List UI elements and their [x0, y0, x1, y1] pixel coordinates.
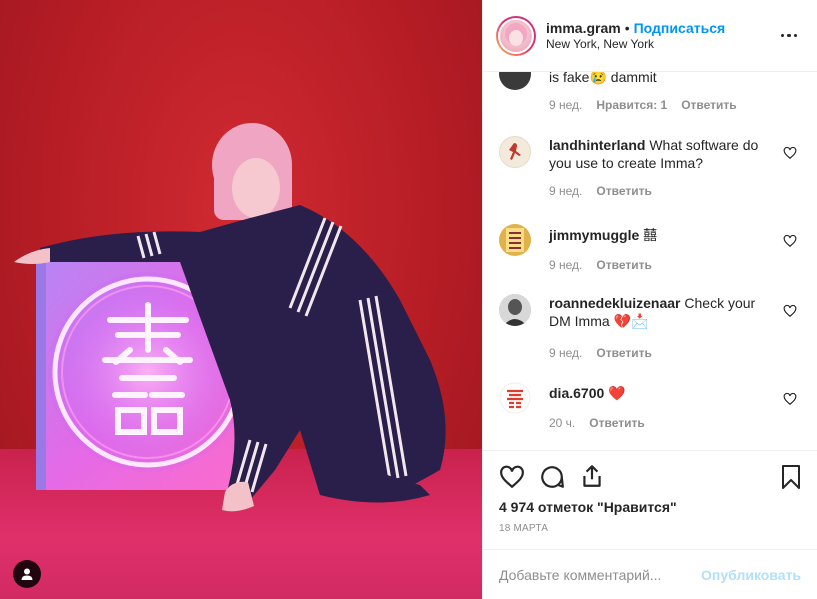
comment-meta: 9 нед. Нравится: 1 Ответить [549, 98, 751, 112]
yellow-pattern-avatar[interactable] [499, 224, 531, 256]
comment-body: 囍 [639, 227, 658, 243]
author-avatar-graphic [505, 22, 527, 46]
reply-button[interactable]: Ответить [589, 416, 644, 430]
sad-emoji: 😢 [589, 72, 607, 85]
jordan-logo-avatar[interactable] [499, 136, 531, 168]
user-tag-icon [21, 568, 33, 580]
publish-button[interactable]: Опубликовать [701, 567, 801, 583]
author-row: imma.gram • Подписаться [546, 20, 777, 36]
broken-heart-emoji: 💔📩 [613, 313, 649, 329]
red-symbol-avatar[interactable] [499, 382, 531, 414]
comment-meta: 9 нед. Ответить [549, 184, 666, 198]
reply-button[interactable]: Ответить [596, 258, 651, 272]
portrait-graphic [499, 294, 531, 326]
reply-button[interactable]: Ответить [596, 184, 651, 198]
author-username[interactable]: imma.gram [546, 20, 621, 36]
follow-button[interactable]: Подписаться [634, 20, 726, 36]
user-tag-button[interactable] [13, 560, 41, 588]
post-image[interactable] [0, 0, 482, 599]
heart-icon [500, 465, 524, 489]
comment-meta: 20 ч. Ответить [549, 416, 659, 430]
heart-icon [783, 304, 797, 318]
comment-text: is fake😢 dammit [549, 72, 769, 86]
post-header: imma.gram • Подписаться New York, New York [483, 0, 817, 72]
comment-text: jimmymuggle 囍 [549, 226, 769, 244]
red-heart-emoji: ❤️ [608, 385, 626, 401]
comment-item: roannedekluizenaar Check your DM Imma 💔📩… [499, 294, 797, 364]
comment-time[interactable]: 9 нед. [549, 184, 582, 198]
post-author-info: imma.gram • Подписаться New York, New York [546, 20, 777, 52]
comment-time[interactable]: 9 нед. [549, 346, 582, 360]
comment-likes[interactable]: Нравится: 1 [596, 98, 667, 112]
heart-icon [783, 146, 797, 160]
post-actions: 4 974 отметок "Нравится" 18 МАРТА [483, 450, 817, 550]
more-options-icon[interactable] [777, 24, 801, 48]
likes-count[interactable]: 4 974 отметок "Нравится" [499, 499, 677, 515]
comment-like-button[interactable] [783, 146, 797, 160]
comment-item: is fake😢 dammit 9 нед. Нравится: 1 Ответит… [499, 72, 797, 118]
comment-time[interactable]: 20 ч. [549, 416, 575, 430]
reply-button[interactable]: Ответить [681, 98, 736, 112]
post-location[interactable]: New York, New York [546, 36, 777, 52]
share-icon [583, 465, 601, 487]
author-avatar[interactable] [496, 15, 536, 56]
comment-meta: 9 нед. Ответить [549, 258, 666, 272]
comment-item: dia.6700 ❤️ 20 ч. Ответить [499, 382, 797, 442]
comment-button[interactable] [539, 464, 565, 493]
header-separator: • [624, 19, 630, 36]
comment-item: landhinterland What software do you use … [499, 136, 797, 206]
yellow-pattern-graphic [506, 228, 524, 252]
portrait-avatar[interactable] [499, 294, 531, 326]
comment-like-button[interactable] [783, 392, 797, 406]
bookmark-icon [782, 465, 800, 489]
jordan-logo-graphic [509, 143, 521, 160]
save-button[interactable] [779, 464, 803, 493]
heart-icon [783, 392, 797, 406]
comment-time[interactable]: 9 нед. [549, 258, 582, 272]
red-symbol-graphic [499, 382, 531, 414]
comment-body: is fake [549, 72, 590, 85]
share-button[interactable] [579, 463, 605, 492]
dark-avatar[interactable] [499, 72, 531, 90]
add-comment-bar: Опубликовать [483, 549, 817, 599]
comment-text: dia.6700 ❤️ [549, 384, 769, 402]
comment-time[interactable]: 9 нед. [549, 98, 582, 112]
author-avatar-image [498, 17, 534, 54]
heart-icon [783, 234, 797, 248]
comment-username[interactable]: roannedekluizenaar [549, 295, 681, 311]
comment-input[interactable] [499, 566, 702, 583]
reply-button[interactable]: Ответить [596, 346, 651, 360]
post-side-panel: imma.gram • Подписаться New York, New York… [482, 0, 817, 599]
comments-list[interactable]: is fake😢 dammit 9 нед. Нравится: 1 Ответит… [483, 72, 817, 450]
post-photo-illustration [14, 123, 446, 512]
comment-item: jimmymuggle 囍 9 нед. Ответить [499, 224, 797, 272]
comment-body-tail: dammit [606, 72, 657, 85]
comment-username[interactable]: dia.6700 [549, 385, 604, 401]
comment-bubble-icon [541, 466, 564, 488]
comment-like-button[interactable] [783, 234, 797, 248]
post-date[interactable]: 18 МАРТА [499, 523, 548, 534]
comment-meta: 9 нед. Ответить [549, 346, 666, 360]
like-button[interactable] [499, 464, 525, 493]
comment-like-button[interactable] [783, 304, 797, 318]
comment-username[interactable]: jimmymuggle [549, 227, 639, 243]
comment-text: landhinterland What software do you use … [549, 136, 769, 172]
comment-text: roannedekluizenaar Check your DM Imma 💔📩 [549, 294, 769, 330]
comment-username[interactable]: landhinterland [549, 137, 645, 153]
